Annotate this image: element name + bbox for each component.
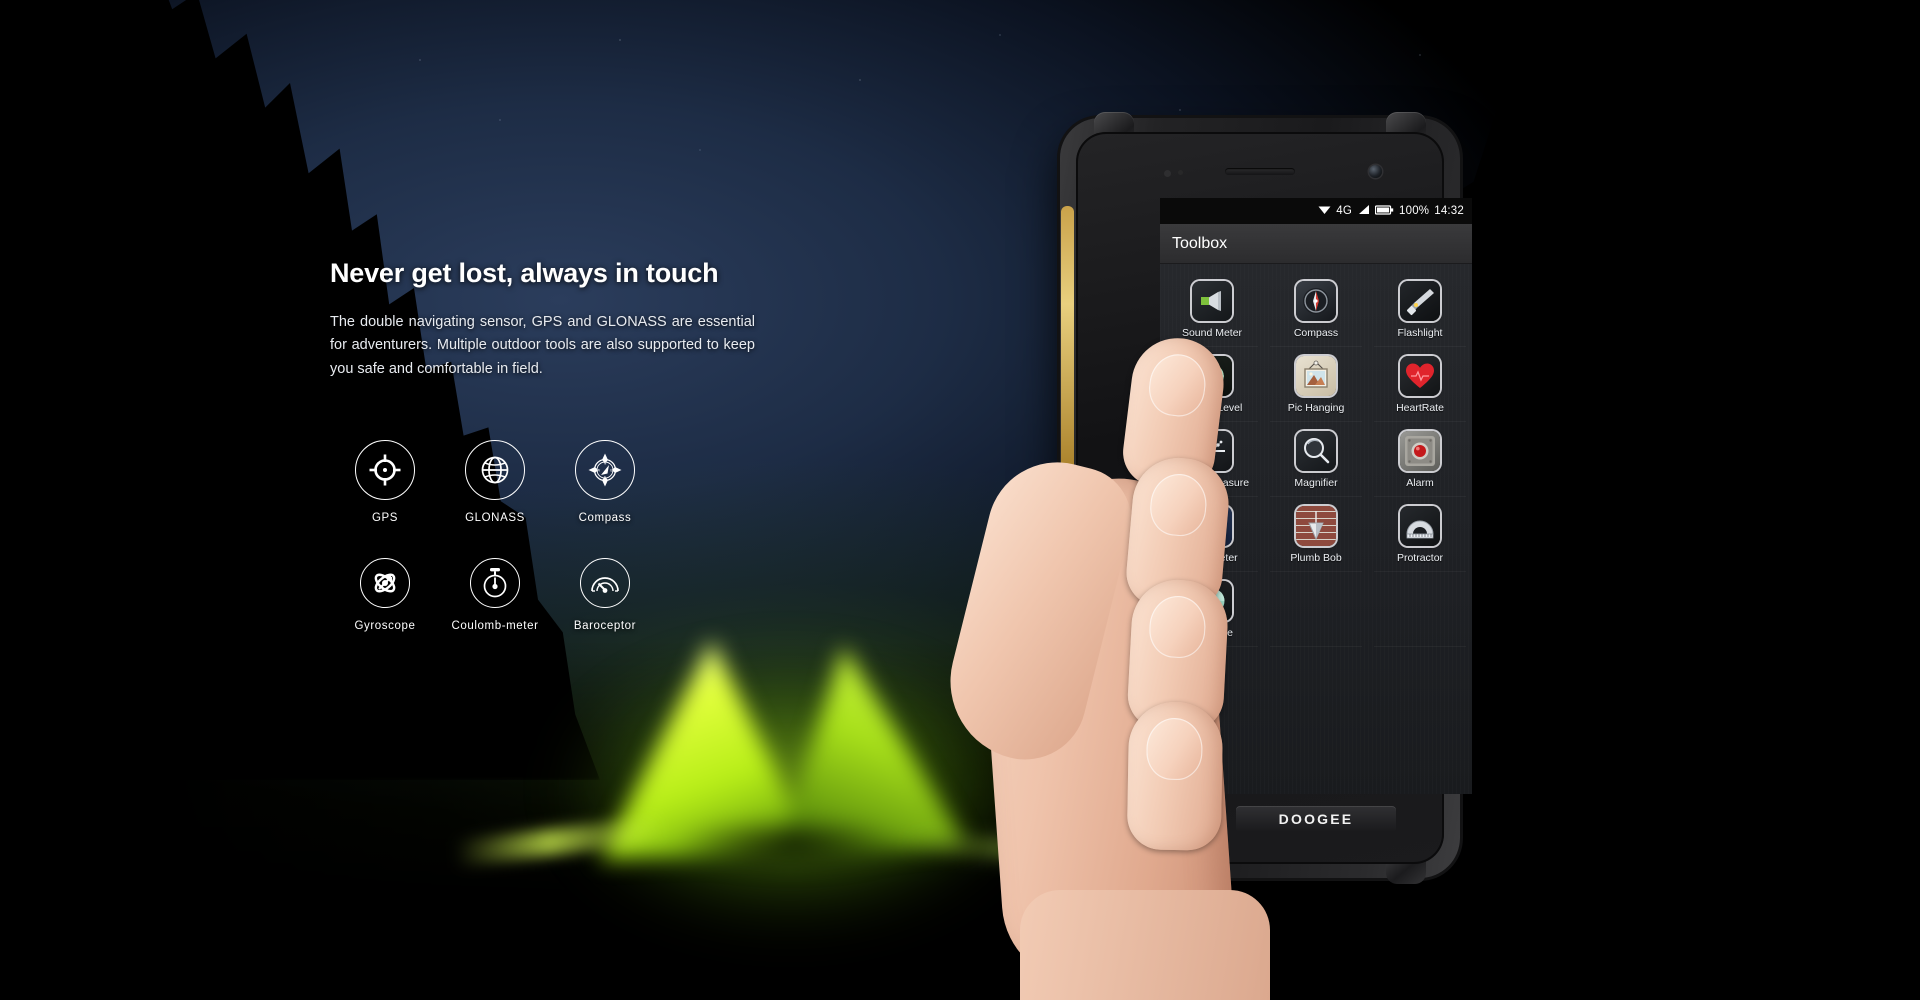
- light-sensor: [1178, 170, 1183, 175]
- app-tile-heartrate[interactable]: HeartRate: [1368, 347, 1472, 422]
- app-title: Toolbox: [1172, 234, 1228, 252]
- network-type-label: 4G: [1336, 205, 1352, 217]
- page-title: Never get lost, always in touch: [330, 258, 719, 288]
- app-label: Flashlight: [1397, 327, 1443, 339]
- app-tile-protractor[interactable]: Protractor: [1368, 497, 1472, 572]
- protractor-icon: [1400, 506, 1440, 546]
- copy-block: Never get lost, always in touch The doub…: [330, 258, 770, 381]
- app-tile-alarm[interactable]: Alarm: [1368, 422, 1472, 497]
- heart-icon: [1400, 356, 1440, 396]
- feature-compass: N S W E Compass: [550, 440, 660, 524]
- globe-icon: [465, 440, 525, 500]
- app-tile-flashlight[interactable]: Flashlight: [1368, 272, 1472, 347]
- svg-text:W: W: [597, 468, 601, 472]
- gauge-icon: [580, 558, 630, 608]
- clock-label: 14:32: [1434, 205, 1464, 217]
- signal-bars-icon: [1357, 204, 1370, 218]
- feature-gyroscope: Gyroscope: [330, 558, 440, 632]
- feature-label: Gyroscope: [354, 620, 416, 632]
- sensor-feature-list: GPS GLONASS N S W E Compass Gyroscope Co…: [330, 440, 660, 632]
- fingernail: [1147, 594, 1208, 660]
- feature-label: Coulomb-meter: [451, 620, 539, 632]
- megaphone-icon: [1192, 281, 1232, 321]
- battery-percentage-label: 100%: [1399, 205, 1430, 217]
- gyroscope-icon: [360, 558, 410, 608]
- status-bar: 4G 100% 14:32: [1160, 198, 1472, 224]
- svg-text:N: N: [604, 461, 607, 465]
- stopwatch-meter-icon: [470, 558, 520, 608]
- feature-baroceptor: Baroceptor: [550, 558, 660, 632]
- fingernail: [1147, 471, 1210, 539]
- fingernail: [1145, 351, 1209, 420]
- app-label: Alarm: [1406, 477, 1434, 489]
- fingernail: [1145, 717, 1204, 781]
- sensor-row-2: Gyroscope Coulomb-meter Baroceptor: [330, 558, 660, 632]
- feature-label: GPS: [371, 512, 399, 524]
- proximity-sensor: [1164, 170, 1171, 177]
- feature-label: GLONASS: [465, 512, 525, 524]
- app-label: HeartRate: [1396, 402, 1444, 414]
- earpiece-speaker: [1225, 168, 1295, 175]
- app-tile-empty-b: [1368, 572, 1472, 647]
- feature-gps: GPS: [330, 440, 440, 524]
- front-camera: [1369, 165, 1382, 178]
- app-title-bar: Toolbox: [1160, 224, 1472, 264]
- hand-front: [933, 330, 1310, 990]
- sensor-row-1: GPS GLONASS N S W E Compass: [330, 440, 660, 524]
- finger-pinky: [1126, 701, 1224, 851]
- app-label: Protractor: [1396, 552, 1444, 564]
- feature-glonass: GLONASS: [440, 440, 550, 524]
- promo-banner: Never get lost, always in touch The doub…: [0, 0, 1920, 1000]
- flashlight-icon: [1400, 281, 1440, 321]
- battery-full-icon: [1374, 204, 1394, 218]
- compass-icon: [1296, 281, 1336, 321]
- crosshair-target-icon: [355, 440, 415, 500]
- feature-coulomb-meter: Coulomb-meter: [440, 558, 550, 632]
- feature-label: Baroceptor: [573, 620, 637, 632]
- alarm-button-icon: [1400, 431, 1440, 471]
- feature-label: Compass: [578, 512, 632, 524]
- compass-rose-icon: N S W E: [575, 440, 635, 500]
- description-paragraph: The double navigating sensor, GPS and GL…: [330, 314, 755, 377]
- wifi-icon: [1318, 204, 1331, 218]
- tent-shadow: [630, 808, 950, 878]
